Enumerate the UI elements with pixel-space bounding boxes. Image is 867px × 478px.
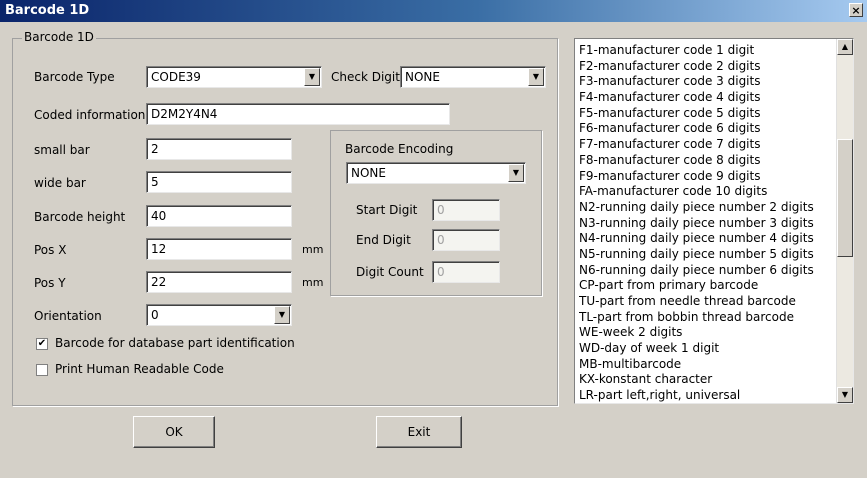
wide-bar-input[interactable]: 5: [146, 171, 292, 193]
list-item[interactable]: N5-running daily piece number 5 digits: [579, 247, 833, 263]
database-part-checkbox[interactable]: ✔: [36, 338, 48, 350]
small-bar-input[interactable]: 2: [146, 138, 292, 160]
digit-count-label: Digit Count: [356, 265, 424, 279]
coded-info-input[interactable]: D2M2Y4N4: [146, 103, 450, 125]
human-readable-checkbox[interactable]: [36, 364, 48, 376]
list-item[interactable]: F6-manufacturer code 6 digits: [579, 121, 833, 137]
title-bar: Barcode 1D ×: [0, 0, 867, 22]
pos-x-input[interactable]: 12: [146, 238, 292, 260]
encoding-value: NONE: [351, 166, 386, 180]
list-item[interactable]: N6-running daily piece number 6 digits: [579, 263, 833, 279]
digit-count-input[interactable]: 0: [432, 261, 500, 283]
exit-button[interactable]: Exit: [376, 416, 462, 448]
chevron-down-icon[interactable]: ▼: [508, 164, 524, 182]
pos-x-label: Pos X: [34, 243, 67, 257]
scrollbar[interactable]: ▲ ▼: [836, 39, 853, 403]
pos-y-unit: mm: [302, 276, 324, 289]
check-digit-value: NONE: [405, 70, 440, 84]
end-digit-label: End Digit: [356, 233, 411, 247]
list-item[interactable]: FA-manufacturer code 10 digits: [579, 184, 833, 200]
wide-bar-label: wide bar: [34, 176, 86, 190]
close-icon[interactable]: ×: [849, 3, 863, 17]
list-item[interactable]: F1-manufacturer code 1 digit: [579, 43, 833, 59]
database-part-label[interactable]: Barcode for database part identification: [55, 336, 295, 350]
orientation-value: 0: [151, 308, 159, 322]
pos-x-unit: mm: [302, 243, 324, 256]
groupbox-title: Barcode 1D: [22, 30, 96, 44]
coded-info-label: Coded information: [34, 108, 146, 122]
list-item[interactable]: F5-manufacturer code 5 digits: [579, 106, 833, 122]
barcode-type-label: Barcode Type: [34, 70, 115, 84]
scrollbar-thumb[interactable]: [837, 139, 853, 257]
small-bar-label: small bar: [34, 143, 90, 157]
list-item[interactable]: N4-running daily piece number 4 digits: [579, 231, 833, 247]
list-item[interactable]: MB-multibarcode: [579, 357, 833, 373]
list-item[interactable]: TL-part from bobbin thread barcode: [579, 310, 833, 326]
check-digit-select[interactable]: NONE ▼: [400, 66, 546, 88]
check-digit-label: Check Digit: [331, 70, 400, 84]
scroll-up-icon[interactable]: ▲: [837, 39, 853, 55]
list-item[interactable]: F8-manufacturer code 8 digits: [579, 153, 833, 169]
barcode-type-value: CODE39: [151, 70, 201, 84]
human-readable-label[interactable]: Print Human Readable Code: [55, 362, 224, 376]
list-item[interactable]: F7-manufacturer code 7 digits: [579, 137, 833, 153]
list-item[interactable]: KX-konstant character: [579, 372, 833, 388]
list-item[interactable]: TU-part from needle thread barcode: [579, 294, 833, 310]
code-listbox[interactable]: F1-manufacturer code 1 digit F2-manufactu…: [574, 38, 854, 404]
orientation-label: Orientation: [34, 309, 102, 323]
start-digit-input[interactable]: 0: [432, 199, 500, 221]
list-item[interactable]: N3-running daily piece number 3 digits: [579, 216, 833, 232]
orientation-select[interactable]: 0 ▼: [146, 304, 292, 326]
barcode-height-label: Barcode height: [34, 210, 126, 224]
scroll-down-icon[interactable]: ▼: [837, 387, 853, 403]
barcode-type-select[interactable]: CODE39 ▼: [146, 66, 322, 88]
encoding-select[interactable]: NONE ▼: [346, 162, 526, 184]
start-digit-label: Start Digit: [356, 203, 418, 217]
pos-y-input[interactable]: 22: [146, 271, 292, 293]
code-list: F1-manufacturer code 1 digit F2-manufactu…: [579, 43, 833, 404]
list-item[interactable]: WD-day of week 1 digit: [579, 341, 833, 357]
list-item[interactable]: WE-week 2 digits: [579, 325, 833, 341]
chevron-down-icon[interactable]: ▼: [274, 306, 290, 324]
list-item[interactable]: F2-manufacturer code 2 digits: [579, 59, 833, 75]
list-item[interactable]: N2-running daily piece number 2 digits: [579, 200, 833, 216]
list-item[interactable]: F9-manufacturer code 9 digits: [579, 169, 833, 185]
list-item[interactable]: F4-manufacturer code 4 digits: [579, 90, 833, 106]
encoding-title: Barcode Encoding: [345, 142, 454, 156]
window-title: Barcode 1D: [5, 3, 90, 18]
list-item[interactable]: F3-manufacturer code 3 digits: [579, 74, 833, 90]
pos-y-label: Pos Y: [34, 276, 66, 290]
list-item[interactable]: CP-part from primary barcode: [579, 278, 833, 294]
chevron-down-icon[interactable]: ▼: [304, 68, 320, 86]
end-digit-input[interactable]: 0: [432, 229, 500, 251]
barcode-height-input[interactable]: 40: [146, 205, 292, 227]
chevron-down-icon[interactable]: ▼: [528, 68, 544, 86]
list-item[interactable]: LR-part left,right, universal: [579, 388, 833, 404]
ok-button[interactable]: OK: [133, 416, 215, 448]
